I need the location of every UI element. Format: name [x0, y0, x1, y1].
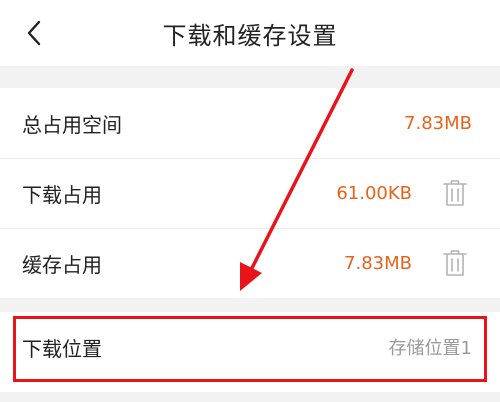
download-usage-label: 下载占用 — [22, 182, 102, 207]
download-location-group: 下载位置 存储位置1 — [0, 312, 500, 392]
storage-usage-group: 总占用空间 7.83MB 下载占用 61.00KB 缓存占用 7.83MB — [0, 88, 500, 298]
total-space-value: 7.83MB — [404, 112, 472, 134]
header-bar: 下载和缓存设置 — [0, 0, 500, 66]
download-location-value: 存储位置1 — [388, 338, 472, 359]
cache-usage-label: 缓存占用 — [22, 252, 102, 277]
row-cache-usage: 缓存占用 7.83MB — [0, 228, 500, 298]
cache-usage-value: 7.83MB — [344, 252, 412, 274]
row-download-usage: 下载占用 61.00KB — [0, 158, 500, 228]
download-usage-value: 61.00KB — [336, 182, 412, 204]
page-title: 下载和缓存设置 — [162, 21, 338, 50]
download-location-label: 下载位置 — [22, 336, 102, 361]
total-space-label: 总占用空间 — [22, 112, 122, 137]
row-total-space: 总占用空间 7.83MB — [0, 88, 500, 158]
row-download-location[interactable]: 下载位置 存储位置1 — [0, 312, 500, 392]
trash-icon[interactable] — [442, 249, 468, 277]
trash-icon[interactable] — [442, 179, 468, 207]
